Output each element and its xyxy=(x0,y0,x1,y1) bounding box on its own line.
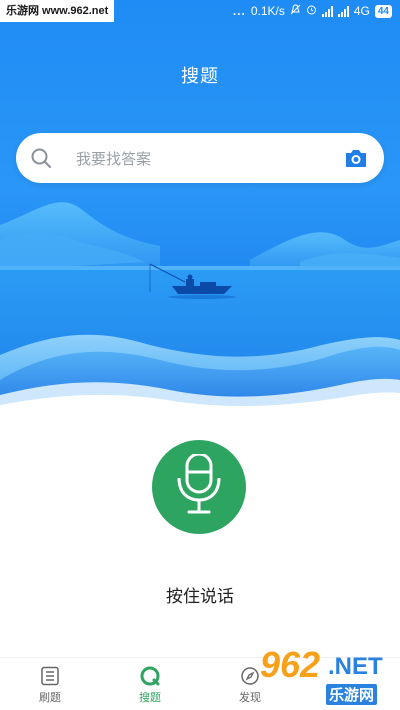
page-title: 搜题 xyxy=(181,66,219,87)
search-input[interactable]: 我要找答案 xyxy=(76,148,151,169)
network-type: 4G xyxy=(353,4,370,18)
mute-icon xyxy=(290,4,301,18)
notification-dots: ... xyxy=(232,4,246,18)
network-speed: 0.1K/s xyxy=(250,4,285,18)
search-icon xyxy=(30,147,52,169)
watermark-number: 962 xyxy=(260,644,321,685)
list-icon xyxy=(40,666,60,686)
alarm-icon xyxy=(306,4,317,18)
search-tab-icon xyxy=(140,666,160,686)
status-indicators: ... 0.1K/s 4G 44 xyxy=(233,4,392,18)
tab-shuati[interactable]: 刷题 xyxy=(20,666,80,705)
status-bar: 乐游网 www.962.net ... 0.1K/s 4G 44 xyxy=(0,0,400,26)
hold-to-speak-label: 按住说话 xyxy=(166,587,234,607)
watermark-cn: 乐游网 xyxy=(326,684,378,705)
search-bar[interactable]: 我要找答案 xyxy=(16,133,384,183)
voice-record-button[interactable] xyxy=(152,440,246,534)
signal-icon xyxy=(321,5,333,17)
watermark-url: 乐游网 www.962.net xyxy=(0,0,115,22)
microphone-icon xyxy=(177,454,221,514)
watermark-net: .NET xyxy=(328,653,383,680)
camera-icon[interactable] xyxy=(344,147,368,169)
tab-soti[interactable]: 搜题 xyxy=(120,666,180,705)
site-watermark-logo: 962 .NET 乐游网 xyxy=(230,644,396,706)
signal-hd-icon xyxy=(337,5,349,17)
battery-indicator: 44 xyxy=(374,4,392,18)
